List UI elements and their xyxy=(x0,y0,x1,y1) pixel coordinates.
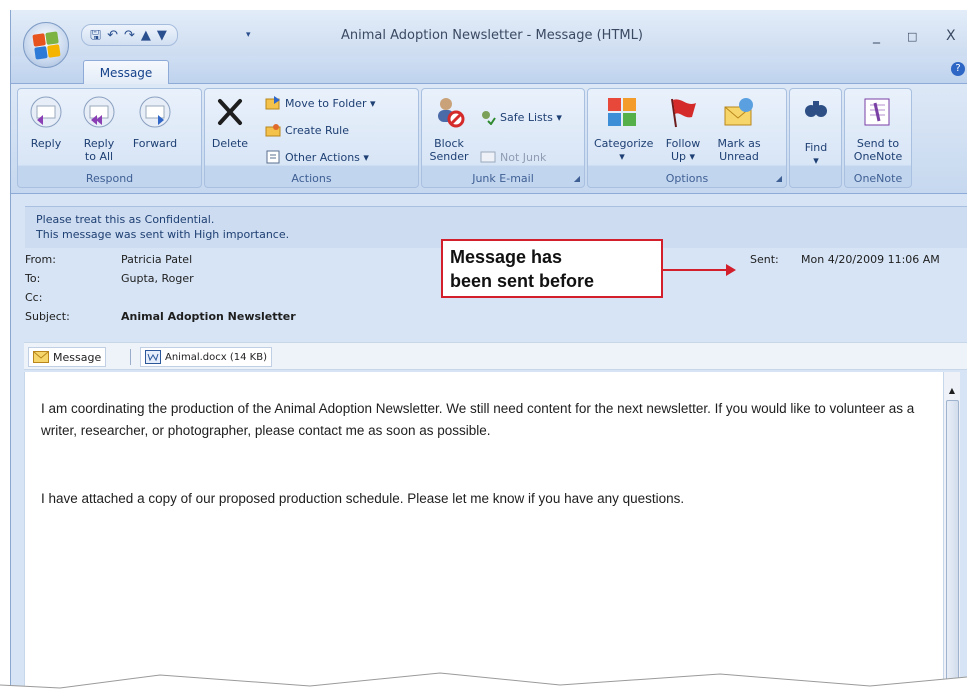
callout-arrow-head xyxy=(726,264,736,276)
delete-icon xyxy=(218,99,242,125)
annotation-callout: Message has been sent before xyxy=(441,239,663,298)
find-icon xyxy=(805,101,827,117)
sent-value: Mon 4/20/2009 11:06 AM xyxy=(801,253,940,266)
attachment-file[interactable]: Animal.docx (14 KB) xyxy=(140,347,272,367)
ribbon-tab-row: Message ? xyxy=(11,56,967,85)
group-onenote: Send to OneNote OneNote xyxy=(844,88,912,188)
body-paragraph-2: I have attached a copy of our proposed p… xyxy=(41,491,685,506)
qat-customize-dropdown[interactable]: ▾ xyxy=(246,30,251,40)
torn-page-edge xyxy=(0,672,967,689)
reply-button[interactable]: Reply xyxy=(21,95,71,150)
forward-icon xyxy=(139,96,171,128)
move-to-folder-button[interactable]: Move to Folder ▾ xyxy=(265,95,376,111)
categorize-button[interactable]: Categorize ▾ xyxy=(594,95,653,163)
from-label: From: xyxy=(25,253,56,266)
send-to-onenote-button[interactable]: Send to OneNote xyxy=(853,95,903,163)
to-value[interactable]: Gupta, Roger xyxy=(121,272,194,285)
office-button[interactable] xyxy=(23,22,69,68)
next-item-icon[interactable]: ▼ xyxy=(157,29,167,42)
save-icon[interactable]: 🖫 xyxy=(90,29,101,42)
subject-value: Animal Adoption Newsletter xyxy=(121,310,296,323)
mark-as-unread-button[interactable]: Mark as Unread xyxy=(714,95,764,163)
delete-button[interactable]: Delete xyxy=(205,95,255,150)
attachment-separator xyxy=(130,349,131,365)
quick-access-toolbar: 🖫 ↶ ↷ ▲ ▼ xyxy=(81,24,178,46)
confidential-notice: Please treat this as Confidential. xyxy=(36,213,215,226)
not-junk-button[interactable]: Not Junk xyxy=(480,149,546,165)
group-junk-email-label: Junk E-mail xyxy=(472,172,534,185)
minimize-button[interactable]: _ xyxy=(873,28,880,44)
reply-icon xyxy=(30,96,62,128)
options-dialog-launcher[interactable]: ◢ xyxy=(776,174,782,183)
reply-all-icon xyxy=(83,96,115,128)
office-button-icon xyxy=(32,31,61,60)
undo-icon[interactable]: ↶ xyxy=(107,29,118,42)
ribbon: Reply Reply to All Forward Respond Delet… xyxy=(11,84,967,194)
window-title: Animal Adoption Newsletter - Message (HT… xyxy=(341,28,643,43)
other-actions-icon xyxy=(266,150,280,164)
scroll-thumb[interactable] xyxy=(946,400,959,689)
tab-message[interactable]: Message xyxy=(83,60,169,85)
to-label: To: xyxy=(25,272,41,285)
onenote-icon xyxy=(864,98,890,126)
group-actions-label: Actions xyxy=(291,172,332,185)
callout-line-1: Message has xyxy=(450,247,563,267)
categorize-icon xyxy=(608,98,636,126)
envelope-icon xyxy=(33,351,49,363)
message-view-button[interactable]: Message xyxy=(28,347,107,367)
move-to-folder-icon xyxy=(265,96,280,110)
vertical-scrollbar[interactable]: ▲ xyxy=(943,372,960,689)
safe-lists-button[interactable]: Safe Lists ▾ xyxy=(480,109,562,125)
other-actions-button[interactable]: Other Actions ▾ xyxy=(265,149,369,165)
block-sender-icon xyxy=(438,98,465,128)
cc-label: Cc: xyxy=(25,291,43,304)
follow-up-button[interactable]: Follow Up ▾ xyxy=(658,95,708,163)
group-onenote-label: OneNote xyxy=(853,172,903,185)
group-find: Find ▾ xyxy=(789,88,842,188)
title-bar: 🖫 ↶ ↷ ▲ ▼ ▾ Animal Adoption Newsletter -… xyxy=(11,10,967,56)
message-body[interactable]: I am coordinating the production of the … xyxy=(24,372,943,689)
junk-email-dialog-launcher[interactable]: ◢ xyxy=(574,174,580,183)
previous-item-icon[interactable]: ▲ xyxy=(141,29,151,42)
safe-lists-icon xyxy=(482,111,496,125)
importance-notice: This message was sent with High importan… xyxy=(36,228,290,241)
follow-up-flag-icon xyxy=(671,98,696,128)
create-rule-button[interactable]: Create Rule xyxy=(265,122,349,138)
callout-arrow xyxy=(663,269,731,271)
body-paragraph-1: I am coordinating the production of the … xyxy=(41,401,915,438)
forward-button[interactable]: Forward xyxy=(130,95,180,150)
close-button[interactable]: X xyxy=(946,28,956,44)
not-junk-icon xyxy=(480,151,496,163)
help-icon[interactable]: ? xyxy=(951,62,965,76)
word-document-icon xyxy=(145,350,161,364)
block-sender-button[interactable]: Block Sender xyxy=(424,95,474,163)
redo-icon[interactable]: ↷ xyxy=(124,29,135,42)
group-respond-label: Respond xyxy=(85,172,134,185)
group-actions: Delete Move to Folder ▾ Create Rule Othe… xyxy=(204,88,419,188)
group-options: Categorize ▾ Follow Up ▾ Mark as Unread … xyxy=(587,88,787,188)
maximize-button[interactable]: □ xyxy=(907,30,917,43)
scroll-up-arrow-icon[interactable]: ▲ xyxy=(945,386,959,400)
callout-line-2: been sent before xyxy=(450,271,595,291)
group-junk-email: Block Sender Safe Lists ▾ Not Junk Junk … xyxy=(421,88,585,188)
attachment-bar: Message Animal.docx (14 KB) xyxy=(24,342,967,370)
reply-all-button[interactable]: Reply to All xyxy=(74,95,124,163)
group-options-label: Options xyxy=(665,172,709,185)
mark-unread-icon xyxy=(724,98,753,126)
find-button[interactable]: Find ▾ xyxy=(791,95,841,167)
sent-label: Sent: xyxy=(750,253,779,266)
subject-label: Subject: xyxy=(25,310,70,323)
create-rule-icon xyxy=(265,124,281,137)
from-value[interactable]: Patricia Patel xyxy=(121,253,192,266)
group-respond: Reply Reply to All Forward Respond xyxy=(17,88,202,188)
